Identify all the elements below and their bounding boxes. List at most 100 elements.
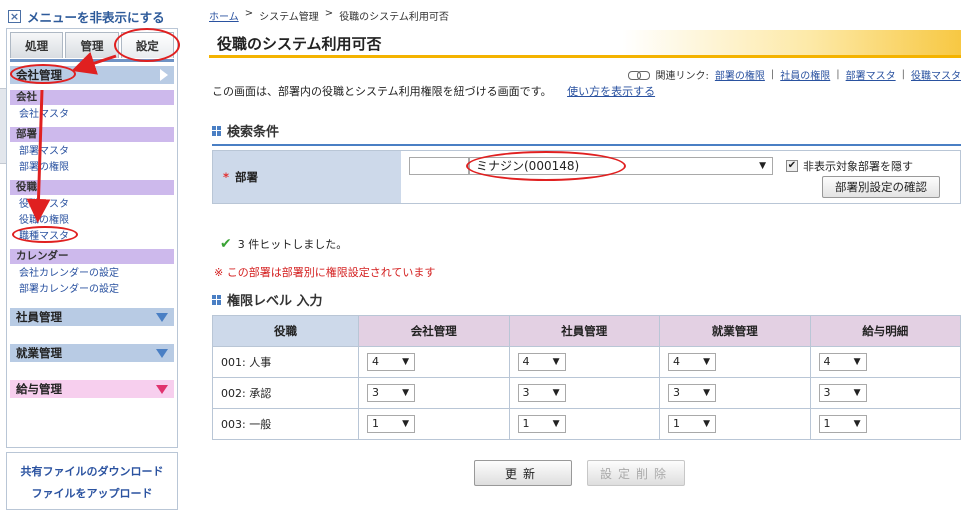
link-role-master[interactable]: 役職マスタ — [19, 198, 177, 211]
level-value: 1 — [823, 417, 831, 430]
tab-manage[interactable]: 管理 — [65, 32, 119, 58]
level-select[interactable]: 3 ▼ — [818, 384, 867, 402]
level-value: 4 — [673, 355, 680, 368]
table-row: 003: 一般 1 ▼ 1 ▼ 1 ▼ 1 ▼ — [212, 408, 961, 440]
breadcrumb-home[interactable]: ホーム — [209, 8, 239, 23]
hide-menu-toggle[interactable]: × メニューを非表示にする — [8, 6, 165, 26]
dropdown-arrow-icon: ▼ — [703, 419, 710, 429]
search-section-title: 検索条件 — [212, 121, 279, 140]
perm-section-title: 権限レベル 入力 — [212, 290, 323, 309]
link-company-master[interactable]: 会社マスタ — [19, 108, 177, 121]
link-company-calendar[interactable]: 会社カレンダーの設定 — [19, 267, 177, 280]
page-title: 役職のシステム利用可否 — [217, 35, 382, 53]
section-squares-icon — [212, 294, 222, 305]
tab-process[interactable]: 処理 — [10, 32, 64, 58]
level-cell: 3 ▼ — [659, 377, 811, 409]
role-name: 001: 人事 — [212, 346, 359, 378]
dept-label: 部署 — [235, 170, 259, 184]
level-cell: 3 ▼ — [809, 377, 961, 409]
link-dept-permission[interactable]: 部署の権限 — [19, 161, 177, 174]
breadcrumb: ホーム > システム管理 > 役職のシステム利用可否 — [209, 8, 449, 23]
level-cell: 4 ▼ — [809, 346, 961, 378]
level-select[interactable]: 4 ▼ — [517, 353, 566, 371]
delete-settings-button[interactable]: 設定削除 — [587, 460, 685, 486]
sidebar-group-label: 給与管理 — [16, 382, 62, 396]
sidebar-group-label: 社員管理 — [16, 310, 62, 324]
dropdown-arrow-icon: ▼ — [853, 419, 861, 429]
level-select[interactable]: 3 ▼ — [517, 384, 566, 402]
level-select[interactable]: 1 ▼ — [517, 415, 566, 433]
level-cell: 4 ▼ — [358, 346, 510, 378]
link-chain-icon — [627, 70, 650, 80]
col-employee: 社員管理 — [508, 315, 660, 347]
breadcrumb-sep: > — [324, 8, 334, 19]
level-select[interactable]: 4 ▼ — [367, 353, 415, 371]
related-link-role-master[interactable]: 役職マスタ — [911, 67, 961, 82]
related-link-employee-permission[interactable]: 社員の権限 — [780, 67, 830, 82]
level-select[interactable]: 3 ▼ — [668, 384, 716, 402]
annotation-oval-role-permission — [12, 226, 78, 243]
col-payslip: 給与明細 — [809, 315, 961, 347]
breadcrumb-sep: > — [244, 8, 254, 19]
sidebar-group-employee[interactable]: 社員管理 — [10, 308, 174, 326]
related-link-dept-master[interactable]: 部署マスタ — [846, 67, 896, 82]
link-dept-master[interactable]: 部署マスタ — [19, 145, 177, 158]
file-links-box: 共有ファイルのダウンロード ファイルをアップロード — [6, 452, 178, 510]
dropdown-arrow-icon: ▼ — [703, 388, 710, 398]
annotation-oval-settings-tab — [114, 28, 180, 62]
warning-message: ※ この部署は部署別に権限設定されています — [214, 266, 436, 279]
dropdown-arrow-icon: ▼ — [759, 161, 766, 171]
search-section-label: 検索条件 — [227, 125, 280, 140]
triangle-down-icon — [156, 384, 168, 394]
dept-code-input[interactable] — [409, 157, 469, 175]
update-button[interactable]: 更新 — [474, 460, 572, 486]
upload-link[interactable]: ファイルをアップロード — [7, 483, 177, 505]
required-mark: * — [223, 170, 230, 184]
level-value: 4 — [372, 355, 379, 368]
hide-depts-checkbox[interactable]: ✔ 非表示対象部署を隠す — [786, 158, 913, 174]
col-attendance: 就業管理 — [659, 315, 811, 347]
level-select[interactable]: 3 ▼ — [367, 384, 415, 402]
section-dept: 部署 — [10, 127, 174, 142]
related-link-dept-permission[interactable]: 部署の権限 — [715, 67, 765, 82]
dropdown-arrow-icon: ▼ — [402, 388, 409, 398]
triangle-down-icon — [156, 312, 168, 322]
dropdown-arrow-icon: ▼ — [853, 357, 861, 367]
confirm-dept-settings-button[interactable]: 部署別設定の確認 — [822, 176, 940, 198]
level-select[interactable]: 1 ▼ — [668, 415, 716, 433]
hide-menu-label: メニューを非表示にする — [27, 9, 165, 25]
hit-count-text: 3 件ヒットしました。 — [237, 238, 348, 251]
how-to-link[interactable]: 使い方を表示する — [567, 85, 655, 98]
level-value: 3 — [372, 386, 379, 399]
section-squares-icon — [212, 125, 222, 136]
section-calendar: カレンダー — [10, 249, 174, 264]
level-select[interactable]: 1 ▼ — [367, 415, 415, 433]
related-label: 関連リンク: — [655, 71, 709, 82]
dropdown-arrow-icon: ▼ — [402, 419, 409, 429]
triangle-down-icon — [156, 348, 168, 358]
col-company: 会社管理 — [358, 315, 510, 347]
level-value: 4 — [823, 355, 831, 368]
hit-count-message: ✔ 3 件ヒットしました。 — [220, 236, 347, 252]
link-dept-calendar[interactable]: 部署カレンダーの設定 — [19, 283, 177, 296]
checkbox-checked-icon[interactable]: ✔ — [786, 160, 798, 172]
sidebar-group-label: 就業管理 — [16, 346, 62, 360]
download-link[interactable]: 共有ファイルのダウンロード — [7, 461, 177, 483]
sidebar-group-attendance[interactable]: 就業管理 — [10, 344, 174, 362]
level-value: 1 — [522, 417, 530, 430]
level-value: 4 — [522, 355, 530, 368]
level-select[interactable]: 1 ▼ — [818, 415, 867, 433]
table-row: 001: 人事 4 ▼ 4 ▼ 4 ▼ 4 ▼ — [212, 346, 961, 378]
level-cell: 4 ▼ — [659, 346, 811, 378]
separator: | — [836, 69, 840, 80]
sidebar-group-payroll[interactable]: 給与管理 — [10, 380, 174, 398]
table-header-row: 役職 会社管理 社員管理 就業管理 給与明細 — [212, 315, 961, 347]
permission-table: 役職 会社管理 社員管理 就業管理 給与明細 001: 人事 4 ▼ 4 ▼ 4 ▼ … — [212, 315, 961, 440]
level-select[interactable]: 4 ▼ — [818, 353, 867, 371]
level-select[interactable]: 4 ▼ — [668, 353, 716, 371]
level-value: 1 — [673, 417, 680, 430]
level-cell: 1 ▼ — [659, 408, 811, 440]
page-description: この画面は、部署内の役職とシステム利用権限を紐づける画面です。 使い方を表示する — [212, 83, 655, 99]
level-cell: 1 ▼ — [809, 408, 961, 440]
level-cell: 3 ▼ — [358, 377, 510, 409]
